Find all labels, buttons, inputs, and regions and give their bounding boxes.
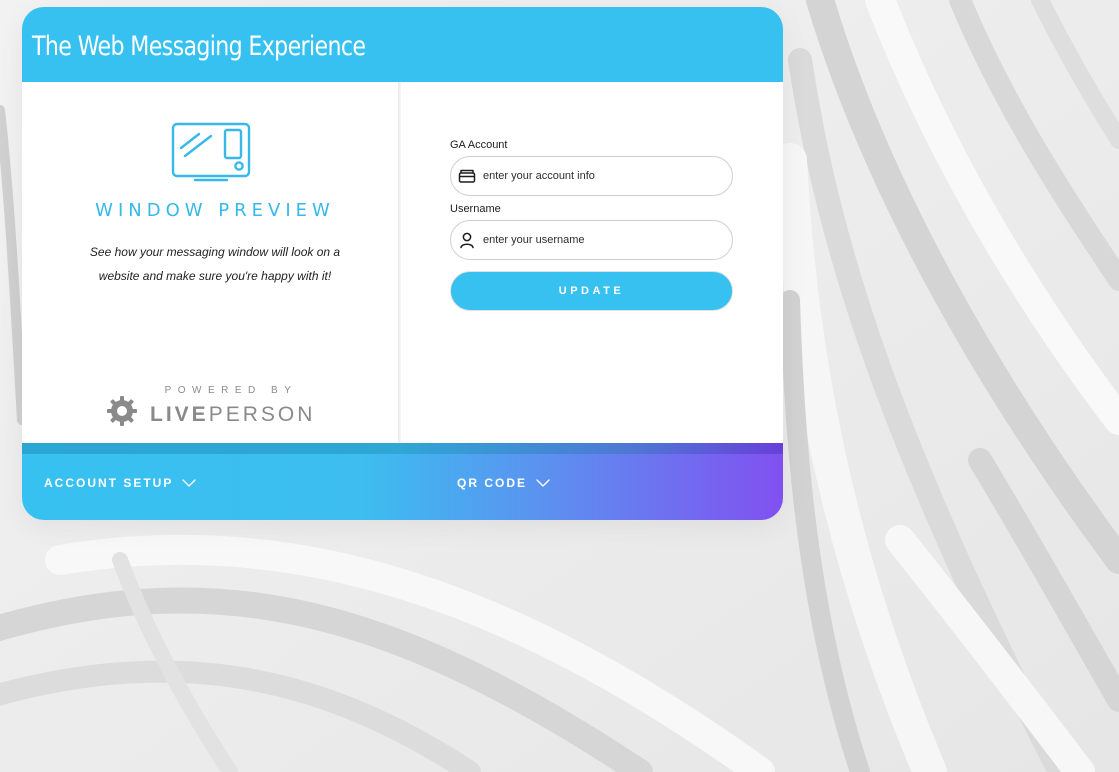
username-input[interactable] bbox=[483, 230, 723, 250]
liveperson-logo: LIVEPERSON bbox=[150, 403, 315, 427]
page-title: The Web Messaging Experience bbox=[32, 31, 366, 62]
liveperson-gear-icon bbox=[107, 396, 137, 426]
ga-account-label: GA Account bbox=[450, 139, 508, 151]
window-preview-title: WINDOW PREVIEW bbox=[95, 200, 335, 221]
window-preview-panel: WINDOW PREVIEW See how your messaging wi… bbox=[22, 82, 398, 443]
card-footer: ACCOUNT SETUP QR CODE bbox=[22, 443, 783, 520]
account-form-panel: GA Account Username bbox=[401, 82, 783, 443]
card-header: The Web Messaging Experience bbox=[22, 7, 783, 82]
ga-account-input[interactable] bbox=[483, 166, 723, 186]
qr-code-toggle[interactable]: QR CODE bbox=[457, 476, 551, 490]
footer-strip bbox=[22, 443, 783, 454]
window-preview-description: See how your messaging window will look … bbox=[82, 240, 348, 288]
logo-text-strong: LIVE bbox=[150, 403, 209, 426]
card-body: WINDOW PREVIEW See how your messaging wi… bbox=[22, 82, 783, 443]
username-field[interactable] bbox=[450, 220, 733, 260]
username-label: Username bbox=[450, 203, 501, 215]
chevron-down-icon bbox=[182, 479, 197, 488]
account-setup-toggle[interactable]: ACCOUNT SETUP bbox=[44, 476, 197, 490]
monitor-phone-icon bbox=[171, 122, 251, 182]
ga-account-field[interactable] bbox=[450, 156, 733, 196]
description-line-2: website and make sure you're happy with … bbox=[98, 269, 332, 283]
logo-text-light: PERSON bbox=[208, 403, 316, 426]
wallet-icon bbox=[458, 169, 476, 183]
powered-by-label: POWERED BY bbox=[164, 385, 298, 396]
account-setup-label: ACCOUNT SETUP bbox=[44, 476, 174, 490]
update-button[interactable]: UPDATE bbox=[450, 271, 733, 311]
web-messaging-card: The Web Messaging Experience WINDOW PREV… bbox=[22, 7, 783, 520]
chevron-down-icon bbox=[536, 479, 551, 488]
qr-code-label: QR CODE bbox=[457, 476, 528, 490]
description-line-1: See how your messaging window will look … bbox=[89, 245, 341, 259]
user-icon bbox=[460, 232, 474, 249]
